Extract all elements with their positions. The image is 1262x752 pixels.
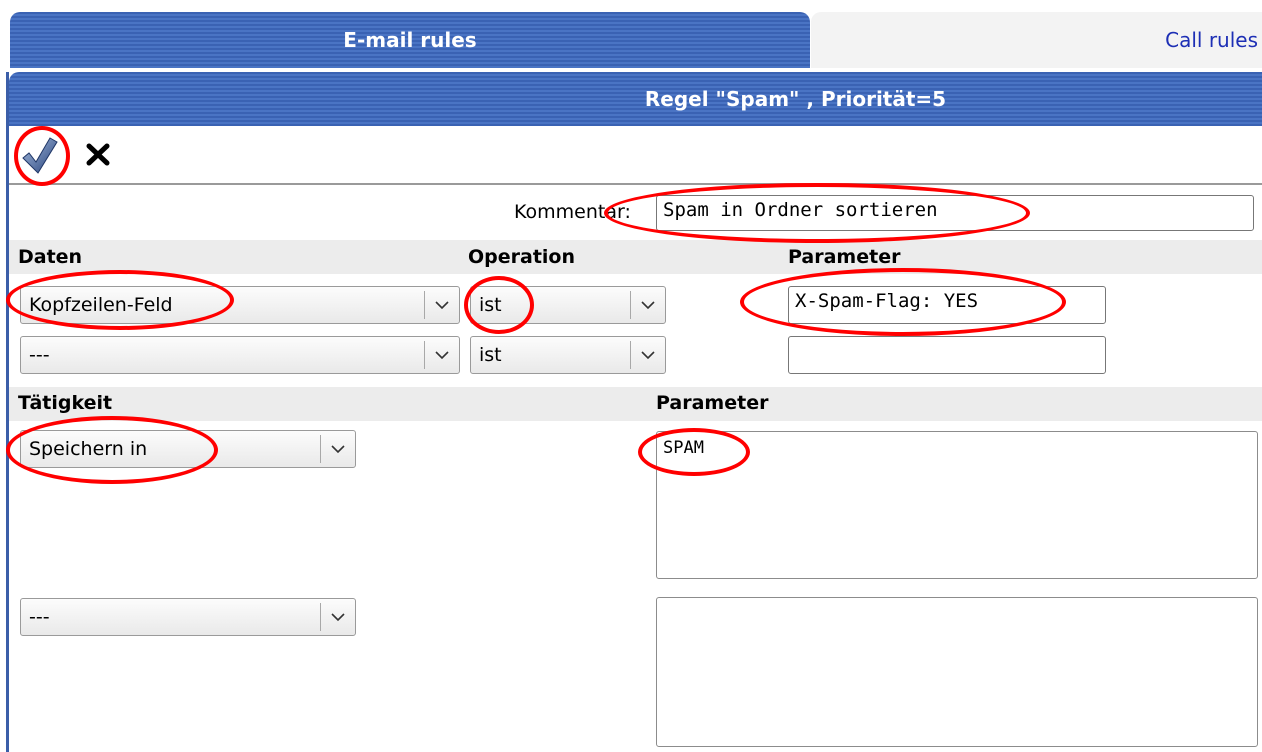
annotation-ellipse-parameter [740,268,1066,336]
chevron-down-icon [631,350,665,360]
actions-header-bar [9,387,1262,421]
annotation-ellipse-operation [464,276,534,334]
conditions-header-bar [9,240,1262,274]
tab-call-rules-label: Call rules [1165,28,1258,52]
tab-email-rules-label: E-mail rules [343,28,477,52]
action-value-2: --- [29,606,50,628]
chevron-down-icon [321,612,355,622]
rule-header: Regel "Spam" , Priorität=5 [9,72,1262,126]
annotation-ellipse-action [6,416,218,484]
actions-header-parameter: Parameter [656,392,769,414]
conditions-header-parameter: Parameter [788,246,901,268]
conditions-header-operation: Operation [468,246,576,268]
annotation-ellipse-confirm [14,126,70,186]
tab-email-rules[interactable]: E-mail rules [10,12,810,68]
chevron-down-icon [321,444,355,454]
toolbar-separator [9,183,1262,185]
action-parameter-field-2[interactable] [656,597,1258,747]
actions-header-action: Tätigkeit [18,392,113,414]
condition-data-value-2: --- [29,344,50,366]
chevron-down-icon [631,300,665,310]
condition-data-select-2[interactable]: --- [20,336,460,374]
close-icon [86,143,110,166]
chevron-down-icon [425,350,459,360]
annotation-ellipse-comment [604,183,1030,243]
tab-call-rules[interactable]: Call rules [811,12,1262,68]
rule-title: Regel "Spam" , Priorität=5 [644,87,947,111]
action-select-2[interactable]: --- [20,598,356,636]
conditions-header-data: Daten [18,246,83,268]
condition-parameter-field-2[interactable] [788,336,1106,374]
condition-operation-select-2[interactable]: ist [470,336,666,374]
annotation-ellipse-data [6,270,234,330]
condition-operation-value-2: ist [479,344,502,366]
annotation-ellipse-action-parameter [638,428,750,476]
cancel-button[interactable] [82,138,114,170]
chevron-down-icon [425,300,459,310]
